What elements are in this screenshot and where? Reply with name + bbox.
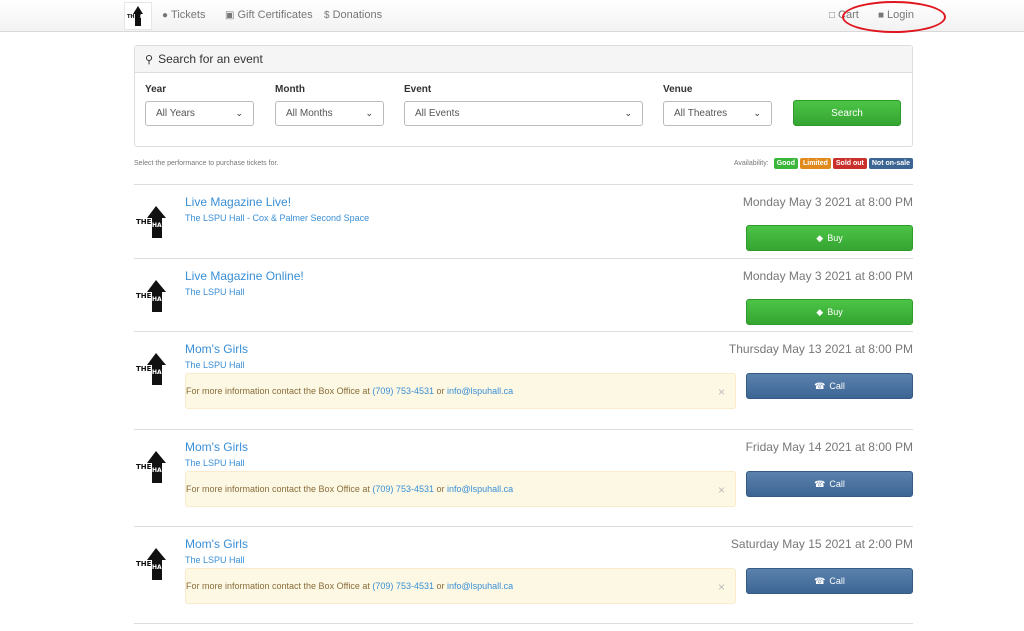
ticket-icon: ◆ (816, 232, 824, 243)
call-button[interactable]: ☎ Call (746, 568, 913, 594)
hall-logo-icon: THE HALL (136, 206, 169, 238)
box-office-alert: For more information contact the Box Off… (185, 373, 736, 409)
box-office-phone-link[interactable]: (709) 753-4531 (372, 484, 434, 494)
event-row: THE HALL Live Magazine Live! The LSPU Ha… (134, 184, 913, 258)
chevron-down-icon: ⌄ (624, 108, 632, 118)
month-select[interactable]: All Months ⌄ (275, 101, 384, 126)
svg-text:THE: THE (136, 365, 152, 373)
chevron-down-icon: ⌄ (235, 108, 243, 118)
venue-label: Venue (663, 84, 693, 95)
svg-text:HALL: HALL (140, 14, 150, 19)
badge-not-on-sale: Not on-sale (868, 158, 913, 169)
chevron-down-icon: ⌄ (753, 108, 761, 118)
event-date: Monday May 3 2021 at 8:00 PM (742, 269, 913, 283)
box-office-email-link[interactable]: info@lspuhall.ca (447, 386, 513, 396)
event-title-link[interactable]: Mom's Girls (185, 440, 248, 454)
svg-text:HALL: HALL (152, 222, 169, 229)
box-office-email-link[interactable]: info@lspuhall.ca (447, 581, 513, 591)
search-button[interactable]: Search (793, 100, 901, 126)
nav-cart[interactable]: □ Cart (829, 9, 859, 21)
call-button[interactable]: ☎ Call (746, 373, 913, 399)
phone-icon: ☎ (814, 478, 826, 489)
svg-text:THE: THE (127, 14, 139, 20)
close-icon[interactable]: × (718, 385, 725, 399)
badge-sold-out: Sold out (832, 158, 867, 169)
helper-text: Select the performance to purchase ticke… (134, 160, 279, 167)
nav-gift-certificates[interactable]: ▣ Gift Certificates (225, 9, 313, 21)
event-row: THE HALL Mom's Girls The LSPU Hall Satur… (134, 526, 913, 624)
event-select[interactable]: All Events ⌄ (404, 101, 643, 126)
svg-text:HALL: HALL (152, 369, 169, 376)
nav-login[interactable]: ■ Login (878, 9, 914, 21)
event-venue-link[interactable]: The LSPU Hall (185, 555, 245, 565)
site-logo[interactable]: THE HALL (124, 2, 152, 30)
event-row: THE HALL Mom's Girls The LSPU Hall Thurs… (134, 331, 913, 429)
event-title-link[interactable]: Live Magazine Live! (185, 195, 291, 209)
tag-icon: ● (162, 9, 169, 21)
buy-button[interactable]: ◆ Buy (746, 225, 913, 251)
dollar-icon: $ (324, 9, 330, 21)
hall-logo-icon: THE HALL (136, 280, 169, 312)
hall-logo-icon: THE HALL (127, 6, 150, 26)
hall-logo-icon: THE HALL (136, 548, 169, 580)
badge-good: Good (773, 158, 798, 169)
lock-icon: ■ (878, 9, 885, 21)
event-venue-link[interactable]: The LSPU Hall - Cox & Palmer Second Spac… (185, 213, 369, 223)
event-venue-link[interactable]: The LSPU Hall (185, 458, 245, 468)
svg-text:THE: THE (136, 292, 152, 300)
event-date: Thursday May 13 2021 at 8:00 PM (728, 342, 913, 356)
box-office-alert: For more information contact the Box Off… (185, 471, 736, 507)
ticket-icon: ◆ (816, 306, 824, 317)
event-date: Saturday May 15 2021 at 2:00 PM (730, 537, 913, 551)
box-office-alert: For more information contact the Box Off… (185, 568, 736, 604)
close-icon[interactable]: × (718, 580, 725, 594)
event-venue-link[interactable]: The LSPU Hall (185, 287, 245, 297)
svg-text:HALL: HALL (152, 467, 169, 474)
call-button[interactable]: ☎ Call (746, 471, 913, 497)
box-office-phone-link[interactable]: (709) 753-4531 (372, 386, 434, 396)
gift-icon: ▣ (225, 9, 235, 21)
year-label: Year (145, 84, 167, 95)
availability-legend: Availability: Good Limited Sold out Not … (734, 158, 913, 169)
chevron-down-icon: ⌄ (365, 108, 373, 118)
event-title-link[interactable]: Mom's Girls (185, 537, 248, 551)
svg-text:HALL: HALL (152, 564, 169, 571)
box-office-phone-link[interactable]: (709) 753-4531 (372, 581, 434, 591)
nav-donations[interactable]: $ Donations (324, 9, 382, 21)
hall-logo-icon: THE HALL (136, 353, 169, 385)
cart-icon: □ (829, 9, 836, 21)
phone-icon: ☎ (814, 380, 826, 391)
nav-tickets[interactable]: ● Tickets (162, 9, 205, 21)
hall-logo-icon: THE HALL (136, 451, 169, 483)
svg-text:THE: THE (136, 463, 152, 471)
search-icon: ⚲ (145, 53, 154, 66)
svg-text:THE: THE (136, 218, 152, 226)
event-row: THE HALL Live Magazine Online! The LSPU … (134, 258, 913, 332)
box-office-email-link[interactable]: info@lspuhall.ca (447, 484, 513, 494)
event-label: Event (404, 84, 432, 95)
badge-limited: Limited (799, 158, 831, 169)
phone-icon: ☎ (814, 575, 826, 586)
svg-text:HALL: HALL (152, 296, 169, 303)
event-title-link[interactable]: Mom's Girls (185, 342, 248, 356)
search-panel-heading: ⚲ Search for an event (135, 46, 912, 73)
top-navbar: THE HALL ● Tickets ▣ Gift Certificates $… (0, 0, 1024, 33)
venue-select[interactable]: All Theatres ⌄ (663, 101, 772, 126)
event-row: THE HALL Mom's Girls The LSPU Hall Frida… (134, 429, 913, 527)
month-label: Month (275, 84, 305, 95)
event-venue-link[interactable]: The LSPU Hall (185, 360, 245, 370)
event-title-link[interactable]: Live Magazine Online! (185, 269, 304, 283)
event-date: Friday May 14 2021 at 8:00 PM (745, 440, 913, 454)
year-select[interactable]: All Years ⌄ (145, 101, 254, 126)
buy-button[interactable]: ◆ Buy (746, 299, 913, 325)
event-date: Monday May 3 2021 at 8:00 PM (742, 195, 913, 209)
svg-text:THE: THE (136, 560, 152, 568)
close-icon[interactable]: × (718, 483, 725, 497)
search-panel: ⚲ Search for an event Year All Years ⌄ M… (134, 45, 913, 147)
